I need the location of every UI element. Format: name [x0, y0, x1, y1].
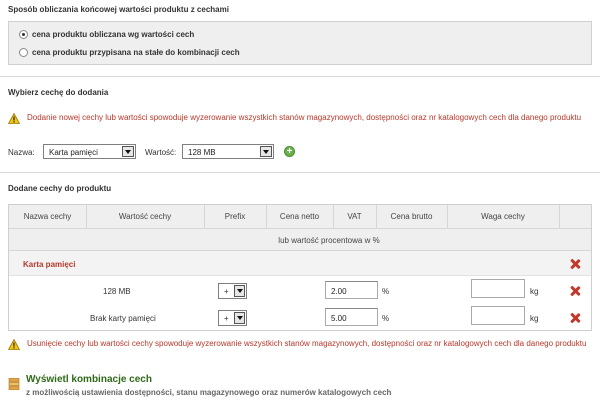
column-header-net-price: Cena netto: [279, 212, 320, 221]
feature-value-name: Brak karty pamięci: [90, 314, 156, 323]
percent-hint: lub wartość procentowa w %: [278, 236, 380, 245]
prefix-select[interactable]: +: [218, 310, 247, 326]
table-header: Nazwa cechy Wartość cechy Prefix Cena ne…: [9, 205, 591, 229]
warning-icon: [8, 339, 20, 350]
stack-icon: [8, 378, 20, 390]
add-warning: Dodanie nowej cechy lub wartości spowodu…: [8, 112, 588, 124]
add-warning-text: Dodanie nowej cechy lub wartości spowodu…: [27, 113, 582, 122]
prefix-select[interactable]: +: [218, 283, 247, 299]
feature-group-row: Karta pamięci: [9, 251, 591, 276]
delete-icon[interactable]: [570, 286, 580, 296]
column-header-gross-price: Cena brutto: [390, 212, 433, 221]
chevron-down-icon[interactable]: [260, 146, 272, 157]
prefix-value: +: [224, 314, 229, 323]
table-subheader: lub wartość procentowa w %: [9, 229, 591, 251]
name-label: Nazwa:: [8, 148, 35, 157]
combinations-link-subtitle: z możliwością ustawienia dostępności, st…: [26, 388, 392, 397]
feature-name-value: Karta pamięci: [49, 148, 98, 157]
feature-value-value: 128 MB: [188, 148, 216, 157]
choose-section-title: Wybierz cechę do dodania: [8, 88, 109, 97]
calc-options-box: cena produktu obliczana wg wartości cech…: [8, 21, 592, 65]
radio-option-calculated[interactable]: cena produktu obliczana wg wartości cech: [19, 30, 194, 39]
column-header-name: Nazwa cechy: [23, 212, 72, 221]
column-header-vat: VAT: [347, 212, 362, 221]
table-row: 128 MB + 2.00 % kg: [9, 279, 591, 307]
percent-unit: %: [382, 287, 390, 296]
chevron-down-icon[interactable]: [234, 285, 245, 297]
chevron-down-icon[interactable]: [234, 312, 245, 324]
features-table: Nazwa cechy Wartość cechy Prefix Cena ne…: [8, 204, 592, 331]
feature-name-select[interactable]: Karta pamięci: [43, 144, 136, 159]
warning-icon: [8, 113, 20, 124]
calc-section-title: Sposób obliczania końcowej wartości prod…: [8, 5, 229, 14]
divider: [0, 172, 600, 173]
column-header-weight: Waga cechy: [481, 212, 525, 221]
weight-unit: kg: [530, 314, 539, 323]
plus-circle-icon[interactable]: +: [284, 146, 295, 157]
delete-icon[interactable]: [570, 313, 580, 323]
feature-value-name: 128 MB: [103, 287, 131, 296]
remove-warning-text: Usunięcie cechy lub wartości cechy spowo…: [27, 339, 587, 348]
remove-warning: Usunięcie cechy lub wartości cechy spowo…: [8, 338, 588, 350]
column-header-prefix: Prefix: [224, 212, 246, 221]
chevron-down-icon[interactable]: [122, 146, 134, 157]
radio-option-fixed[interactable]: cena produktu przypisana na stałe do kom…: [19, 48, 240, 57]
feature-value-select[interactable]: 128 MB: [182, 144, 274, 159]
added-section-title: Dodane cechy do produktu: [8, 184, 112, 193]
price-input[interactable]: 5.00: [325, 308, 378, 326]
price-input[interactable]: 2.00: [325, 281, 378, 299]
delete-icon[interactable]: [570, 259, 580, 269]
prefix-value: +: [224, 287, 229, 296]
radio-button-checked[interactable]: [19, 30, 28, 39]
percent-unit: %: [382, 314, 390, 323]
radio-label: cena produktu obliczana wg wartości cech: [32, 30, 195, 39]
table-row: Brak karty pamięci + 5.00 % kg: [9, 306, 591, 334]
radio-label: cena produktu przypisana na stałe do kom…: [32, 48, 240, 57]
divider: [0, 76, 600, 77]
combinations-link-title[interactable]: Wyświetl kombinacje cech: [26, 374, 152, 385]
column-header-value: Wartość cechy: [118, 212, 172, 221]
weight-input[interactable]: [471, 306, 525, 325]
radio-button[interactable]: [19, 48, 28, 57]
value-label: Wartość:: [145, 148, 177, 157]
weight-unit: kg: [530, 287, 539, 296]
feature-group-name: Karta pamięci: [23, 260, 76, 269]
weight-input[interactable]: [471, 279, 525, 298]
